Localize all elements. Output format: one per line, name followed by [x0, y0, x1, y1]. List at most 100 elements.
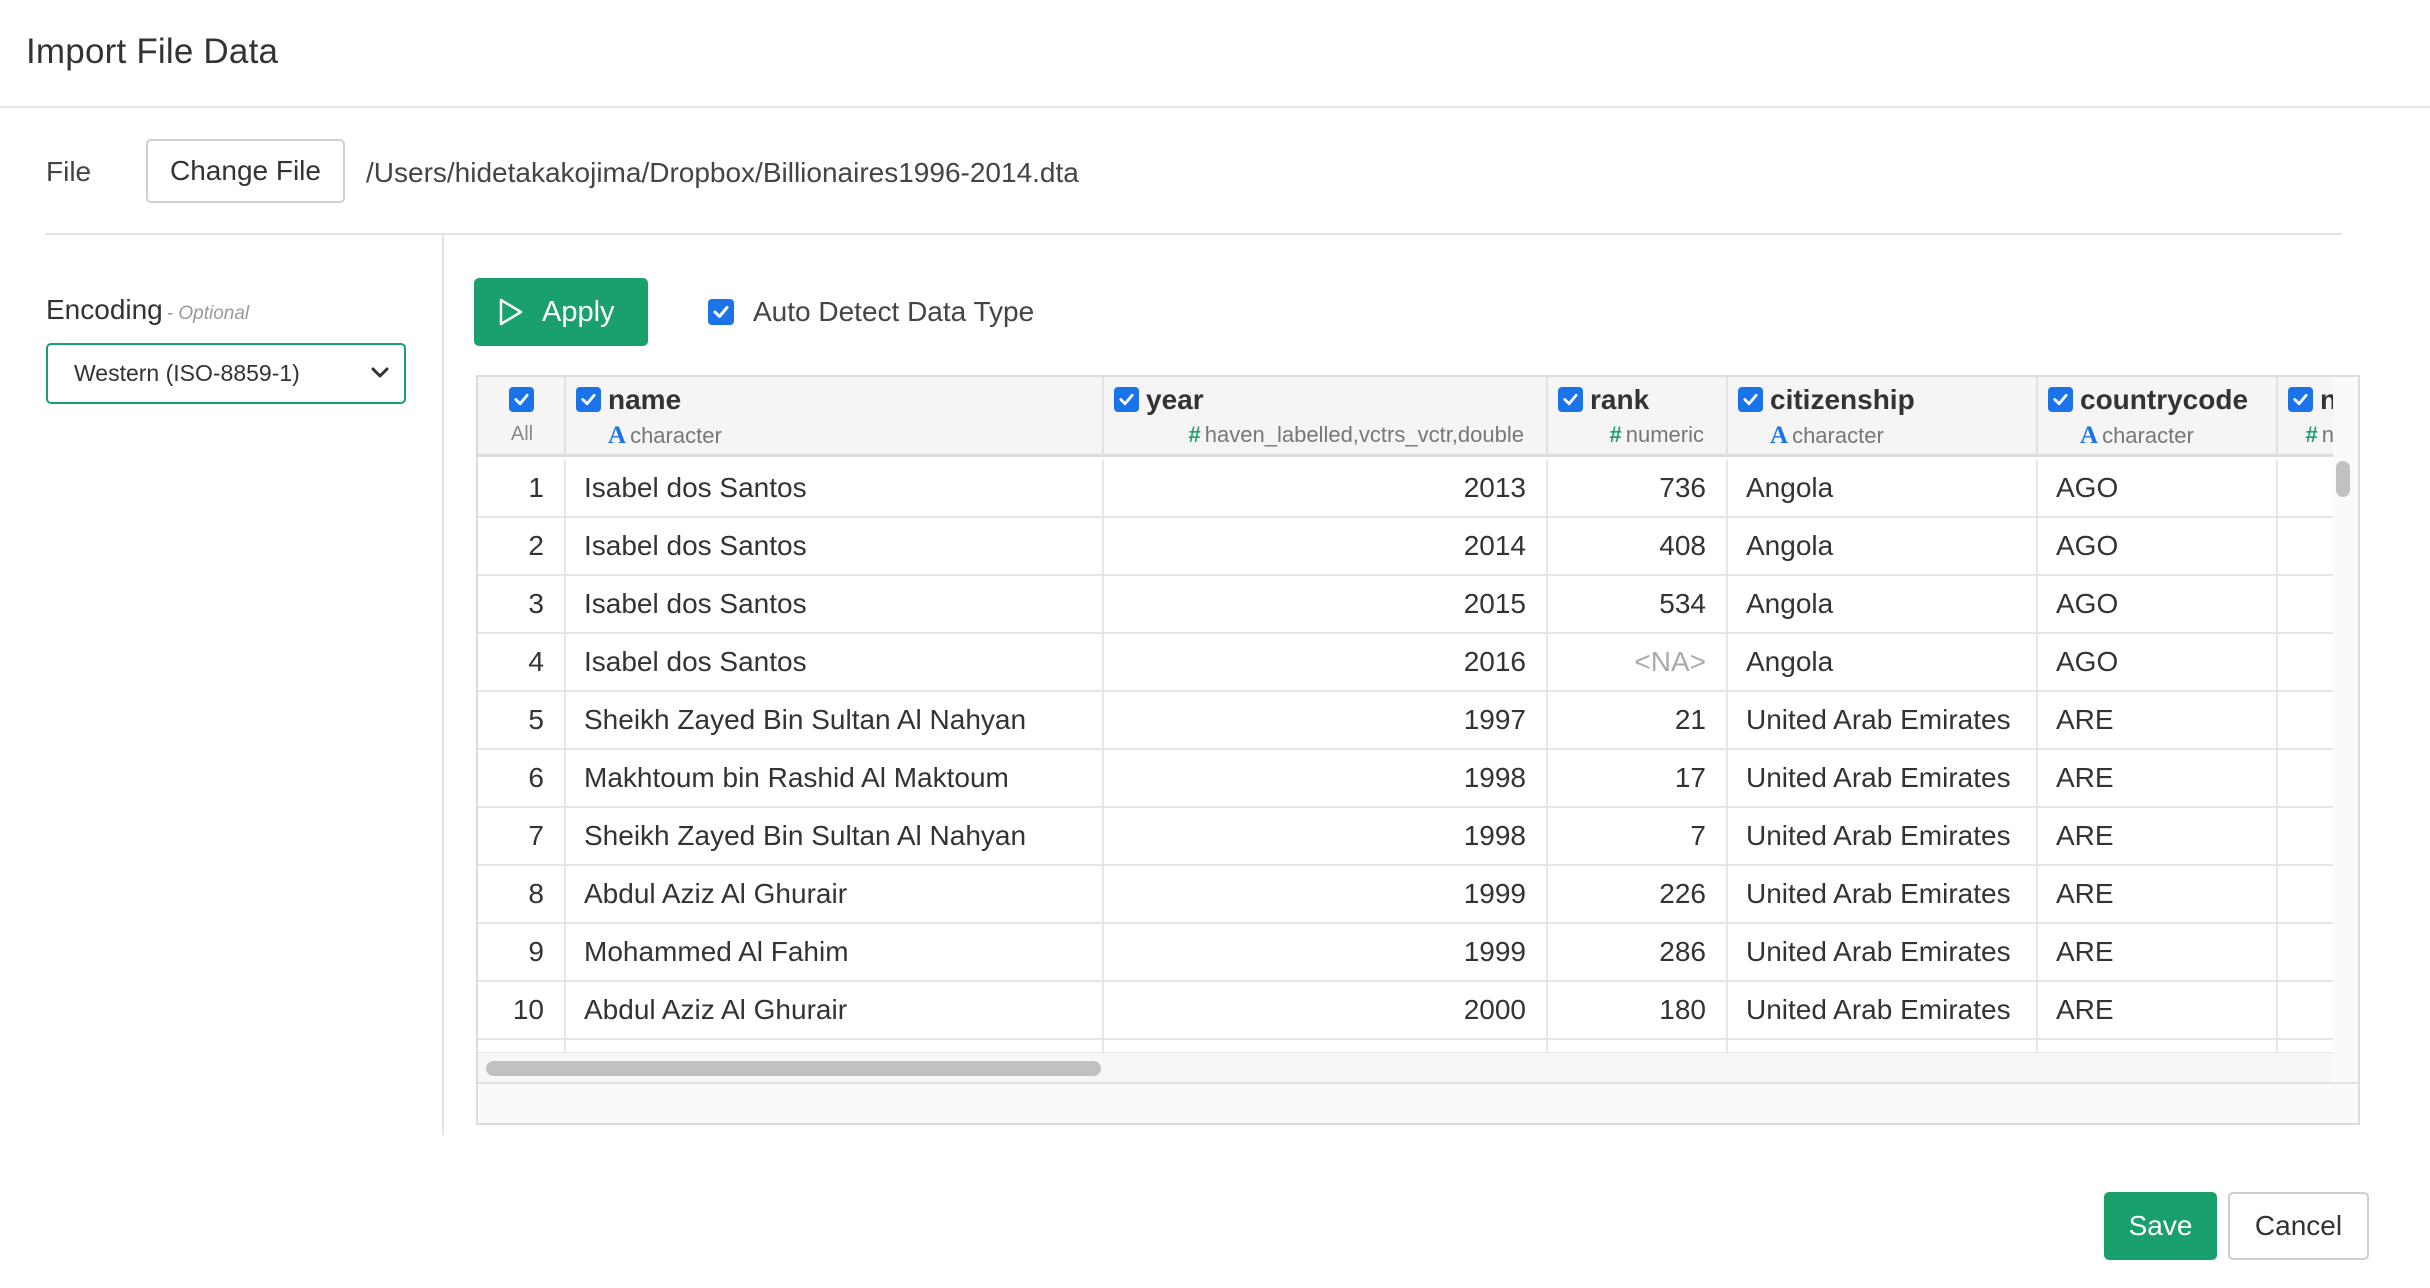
- table-row: 1 Isabel dos Santos 2013 736 Angola AGO: [478, 460, 2333, 518]
- column-type-label: n: [2321, 422, 2333, 447]
- table-row: 7 Sheikh Zayed Bin Sultan Al Nahyan 1998 7 U…: [478, 808, 2333, 866]
- column-header-name[interactable]: name Acharacter: [566, 377, 1104, 457]
- apply-button[interactable]: Apply: [474, 278, 648, 346]
- column-divider: [2276, 1040, 2278, 1052]
- encoding-label-text: Encoding: [46, 294, 163, 325]
- cell-name: Isabel dos Santos: [566, 576, 1104, 634]
- cell-name: Makhtoum bin Rashid Al Maktoum: [566, 750, 1104, 808]
- cell-countrycode: AGO: [2038, 634, 2278, 692]
- cell-citizenship: Angola: [1728, 460, 2038, 518]
- check-icon: [514, 393, 529, 406]
- cell-rank: 21: [1548, 692, 1728, 750]
- column-type[interactable]: # numeric: [1610, 422, 1705, 448]
- column-type[interactable]: Acharacter: [608, 422, 722, 450]
- change-file-button[interactable]: Change File: [146, 139, 345, 203]
- cell-rank: <NA>: [1548, 634, 1728, 692]
- table-row: 9 Mohammed Al Fahim 1999 286 United Arab Emi…: [478, 924, 2333, 982]
- file-path: /Users/hidetakakojima/Dropbox/Billionair…: [366, 157, 1079, 188]
- cell-name: Isabel dos Santos: [566, 460, 1104, 518]
- vertical-scroll-thumb[interactable]: [2336, 461, 2350, 497]
- cell-countrycode: ARE: [2038, 750, 2278, 808]
- column-checkbox-countrycode[interactable]: [2048, 387, 2073, 412]
- auto-detect-checkbox[interactable]: [708, 299, 734, 325]
- table-row: 10 Abdul Aziz Al Ghurair 2000 180 United Ara…: [478, 982, 2333, 1040]
- cell-citizenship: United Arab Emirates: [1728, 750, 2038, 808]
- column-type[interactable]: Acharacter: [2080, 422, 2194, 450]
- column-header-rank[interactable]: rank # numeric: [1548, 377, 1728, 457]
- cell-year: 2000: [1104, 982, 1548, 1040]
- column-header-ne[interactable]: ne #n: [2278, 377, 2333, 457]
- column-divider: [1726, 1040, 1728, 1052]
- column-type-label: character: [1792, 423, 1884, 448]
- cell-countrycode: AGO: [2038, 518, 2278, 576]
- cell-ne: [2278, 692, 2333, 750]
- cell-year: 2016: [1104, 634, 1548, 692]
- column-checkbox-name[interactable]: [576, 387, 601, 412]
- check-icon: [2293, 393, 2308, 406]
- column-checkbox-rank[interactable]: [1558, 387, 1583, 412]
- cell-year: 1998: [1104, 750, 1548, 808]
- apply-label: Apply: [542, 295, 615, 328]
- hash-type-icon: #: [1609, 422, 1622, 447]
- cell-citizenship: United Arab Emirates: [1728, 692, 2038, 750]
- column-type[interactable]: # haven_labelled,vctrs_vctr,double: [1189, 422, 1524, 448]
- cell-rank: 7: [1548, 808, 1728, 866]
- column-divider: [1546, 1040, 1548, 1052]
- cell-ne: [2278, 808, 2333, 866]
- cell-name: Abdul Aziz Al Ghurair: [566, 866, 1104, 924]
- column-type[interactable]: Acharacter: [1770, 422, 1884, 450]
- save-button[interactable]: Save: [2104, 1192, 2217, 1260]
- horizontal-scrollbar[interactable]: [478, 1052, 2333, 1082]
- cell-countrycode: ARE: [2038, 924, 2278, 982]
- column-type-label: character: [2102, 423, 2194, 448]
- column-header-citizenship[interactable]: citizenship Acharacter: [1728, 377, 2038, 457]
- cell-year: 2014: [1104, 518, 1548, 576]
- cell-name: Sheikh Zayed Bin Sultan Al Nahyan: [566, 808, 1104, 866]
- cell-countrycode: AGO: [2038, 460, 2278, 518]
- table-row: 3 Isabel dos Santos 2015 534 Angola AGO: [478, 576, 2333, 634]
- cell-rank: 736: [1548, 460, 1728, 518]
- table-row: 6 Makhtoum bin Rashid Al Maktoum 1998 17 Uni…: [478, 750, 2333, 808]
- table-row: 2 Isabel dos Santos 2014 408 Angola AGO: [478, 518, 2333, 576]
- row-index: 6: [478, 750, 566, 808]
- encoding-selected-value: Western (ISO-8859-1): [74, 360, 300, 386]
- column-checkbox-ne[interactable]: [2288, 387, 2313, 412]
- cell-countrycode: ARE: [2038, 982, 2278, 1040]
- cell-citizenship: Angola: [1728, 576, 2038, 634]
- cell-rank: 180: [1548, 982, 1728, 1040]
- row-index: 4: [478, 634, 566, 692]
- cell-citizenship: United Arab Emirates: [1728, 808, 2038, 866]
- column-checkbox-citizenship[interactable]: [1738, 387, 1763, 412]
- encoding-select[interactable]: Western (ISO-8859-1): [46, 343, 406, 404]
- cell-countrycode: AGO: [2038, 576, 2278, 634]
- cell-ne: [2278, 576, 2333, 634]
- cell-year: 1999: [1104, 924, 1548, 982]
- cell-year: 2015: [1104, 576, 1548, 634]
- cell-countrycode: ARE: [2038, 808, 2278, 866]
- cell-ne: [2278, 924, 2333, 982]
- column-header-year[interactable]: year # haven_labelled,vctrs_vctr,double: [1104, 377, 1548, 457]
- column-header-countrycode[interactable]: countrycode Acharacter: [2038, 377, 2278, 457]
- column-name: name: [608, 384, 682, 415]
- cell-ne: [2278, 750, 2333, 808]
- file-label: File: [46, 156, 92, 187]
- column-name: ne: [2320, 384, 2333, 416]
- cell-citizenship: United Arab Emirates: [1728, 924, 2038, 982]
- column-type-label: haven_labelled,vctrs_vctr,double: [1204, 422, 1524, 447]
- cell-name: Isabel dos Santos: [566, 634, 1104, 692]
- play-icon: [499, 298, 523, 326]
- cancel-button[interactable]: Cancel: [2228, 1192, 2369, 1260]
- horizontal-scroll-thumb[interactable]: [486, 1061, 1101, 1076]
- column-type[interactable]: # n: [2306, 422, 2334, 448]
- select-all-checkbox[interactable]: [509, 387, 534, 412]
- character-type-icon: A: [2080, 422, 2099, 449]
- cell-year: 1997: [1104, 692, 1548, 750]
- cell-citizenship: United Arab Emirates: [1728, 866, 2038, 924]
- row-index: 1: [478, 460, 566, 518]
- column-checkbox-year[interactable]: [1114, 387, 1139, 412]
- row-index: 2: [478, 518, 566, 576]
- cell-ne: [2278, 460, 2333, 518]
- row-index: 7: [478, 808, 566, 866]
- check-icon: [1743, 393, 1758, 406]
- select-all-label: All: [510, 423, 534, 445]
